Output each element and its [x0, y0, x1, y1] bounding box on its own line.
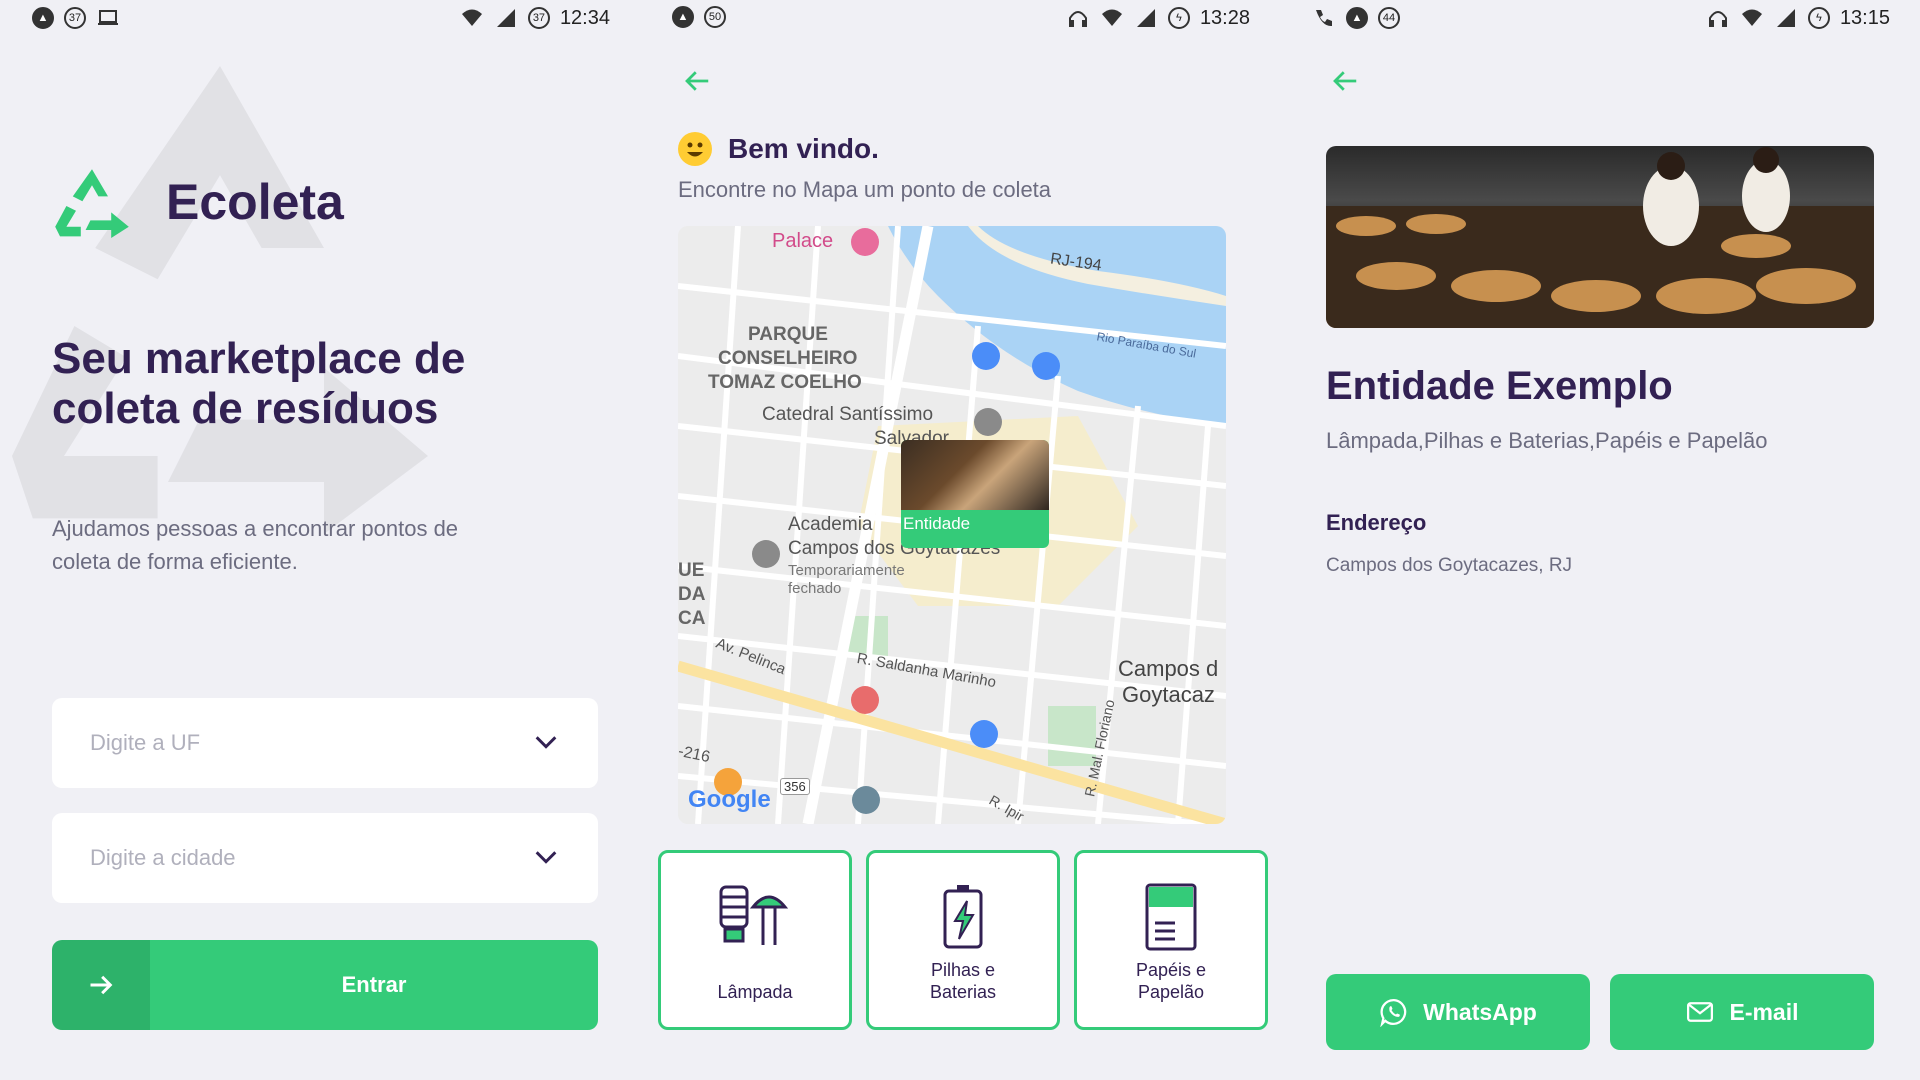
city-select[interactable]: Digite a cidade — [52, 813, 598, 903]
map-screen: ▲ 50 ϟ 13:28 Bem vindo. Encontre no Mapa… — [640, 0, 1280, 1080]
battery-icon: 37 — [527, 7, 550, 29]
battery-icon — [943, 885, 983, 949]
app-logo: Ecoleta — [52, 166, 344, 238]
signal-icon — [1136, 9, 1155, 27]
uf-select[interactable]: Digite a UF — [52, 698, 598, 788]
email-button[interactable]: E-mail — [1610, 974, 1874, 1050]
map-view[interactable]: Palace RJ-194 Rio Paraíba do Sul PARQUE … — [678, 226, 1226, 824]
clock: 13:15 — [1839, 6, 1890, 29]
signal-icon — [1776, 9, 1795, 27]
entity-photo — [1326, 146, 1874, 328]
headphones-icon — [1068, 11, 1087, 27]
app-notification-icon: ▲ — [672, 6, 694, 28]
uf-select-placeholder: Digite a UF — [90, 730, 201, 755]
laptop-icon — [98, 10, 118, 25]
paper-icon — [1145, 883, 1197, 951]
status-bar: ▲ 50 ϟ 13:28 — [640, 0, 1280, 36]
map-label-edge-3: CA — [678, 608, 706, 629]
map-label-cathedral-1: Catedral Santíssimo — [762, 404, 934, 425]
map-label-park-3: TOMAZ COELHO — [708, 372, 862, 393]
entity-marker-image — [901, 440, 1049, 510]
welcome-title: Bem vindo. — [728, 133, 879, 164]
app-notification-icon: ▲ — [1346, 7, 1368, 29]
welcome-header: Bem vindo. — [678, 132, 879, 166]
back-arrow-icon[interactable] — [1328, 66, 1362, 96]
notification-count-badge: 37 — [64, 7, 86, 29]
city-select-placeholder: Digite a cidade — [90, 845, 236, 870]
map-label-academy-1: Academia — [788, 514, 873, 535]
smile-emoji-icon — [678, 132, 712, 166]
map-label-park-1: PARQUE — [748, 324, 828, 345]
clock: 12:34 — [559, 6, 610, 29]
map-label-city-2: Goytacaz — [1122, 682, 1215, 707]
map-label-edge-1: UE — [678, 560, 705, 581]
map-label-academy-status-2: fechado — [788, 580, 842, 597]
page-description: Ajudamos pessoas a encontrar pontos de c… — [52, 516, 459, 574]
mail-icon — [1687, 1002, 1714, 1022]
battery-charging-icon: ϟ — [1167, 7, 1190, 29]
app-notification-icon: ▲ — [32, 7, 54, 29]
map-label-road-356: 356 — [780, 778, 810, 795]
wifi-icon — [461, 9, 482, 26]
enter-arrow-box — [52, 940, 150, 1030]
headphones-icon — [1708, 11, 1727, 27]
map-label-palace: Palace — [772, 230, 834, 252]
entity-marker-label: Entidade — [903, 514, 971, 533]
notification-count-badge: 50 — [704, 6, 726, 28]
item-batteries-label-1: Pilhas e — [930, 960, 996, 980]
whatsapp-icon — [1380, 998, 1407, 1027]
item-batteries-label-2: Baterias — [929, 982, 997, 1002]
entity-map-marker[interactable]: Entidade — [901, 440, 1049, 548]
notification-count-badge: 44 — [1378, 7, 1400, 29]
detail-screen: ▲ 44 ϟ 13:15 Entidade Exemplo Lâmpada,Pi… — [1280, 0, 1920, 1080]
whatsapp-button-label: WhatsApp — [1423, 998, 1537, 1025]
google-logo: Google — [688, 786, 771, 813]
chevron-down-icon — [535, 851, 557, 864]
item-paper-label-2: Papelão — [1137, 982, 1205, 1002]
map-label-edge-2: DA — [678, 584, 706, 605]
email-button-label: E-mail — [1729, 998, 1799, 1025]
app-name: Ecoleta — [166, 174, 344, 230]
address-value: Campos dos Goytacazes, RJ — [1326, 555, 1573, 576]
map-label-academy-status-1: Temporariamente — [788, 562, 905, 579]
item-lamp-label: Lâmpada — [717, 982, 793, 1002]
enter-button[interactable]: Entrar — [52, 940, 598, 1030]
address-title: Endereço — [1326, 510, 1427, 535]
signal-icon — [496, 9, 515, 27]
arrow-right-icon — [90, 975, 113, 995]
item-paper-label-1: Papéis e — [1135, 960, 1207, 980]
chevron-down-icon — [535, 736, 557, 749]
page-title: Seu marketplace de coleta de resíduos — [52, 334, 466, 433]
clock: 13:28 — [1199, 6, 1250, 29]
enter-button-label: Entrar — [341, 972, 407, 997]
item-paper[interactable]: Papéis e Papelão — [1074, 850, 1268, 1030]
lamp-icon — [719, 885, 789, 945]
wifi-icon — [1741, 9, 1762, 26]
whatsapp-button[interactable]: WhatsApp — [1326, 974, 1590, 1050]
battery-charging-icon: ϟ — [1807, 7, 1830, 29]
item-selector: Lâmpada Pilhas e Baterias Papéis e Papel… — [658, 850, 1268, 1030]
recycle-logo-icon — [55, 169, 129, 238]
phone-call-icon — [1316, 10, 1332, 27]
wifi-icon — [1101, 9, 1122, 26]
item-lamp[interactable]: Lâmpada — [658, 850, 852, 1030]
entity-items: Lâmpada,Pilhas e Baterias,Papéis e Papel… — [1326, 428, 1768, 453]
entity-name: Entidade Exemplo — [1326, 364, 1673, 408]
back-arrow-icon[interactable] — [680, 66, 714, 96]
home-screen: ▲ 37 37 12:34 Ecoleta Seu marketplace de… — [0, 0, 640, 1080]
item-batteries[interactable]: Pilhas e Baterias — [866, 850, 1060, 1030]
map-label-park-2: CONSELHEIRO — [718, 348, 858, 369]
map-label-city-1: Campos d — [1118, 656, 1219, 681]
map-subtitle: Encontre no Mapa um ponto de coleta — [678, 177, 1052, 202]
status-bar: ▲ 37 37 12:34 — [0, 0, 640, 36]
status-bar: ▲ 44 ϟ 13:15 — [1280, 0, 1920, 36]
